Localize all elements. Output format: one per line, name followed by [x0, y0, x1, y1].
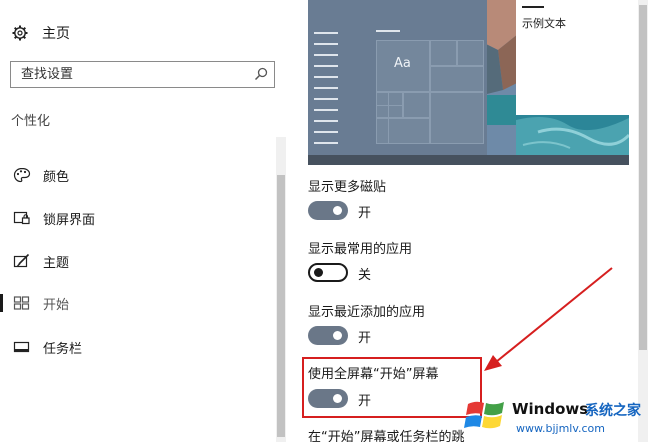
sidebar-item-taskbar[interactable]: 任务栏	[0, 334, 276, 360]
watermark: Windows 系统之家 www.bjjmlv.com	[460, 390, 650, 442]
sidebar-item-colors[interactable]: 颜色	[0, 162, 276, 188]
toggle-knob	[333, 331, 342, 340]
sidebar-item-start[interactable]: 开始	[0, 290, 276, 316]
sidebar-item-label: 主题	[43, 256, 70, 271]
sample-window: 示例文本	[516, 0, 629, 115]
home-label: 主页	[42, 26, 70, 42]
sample-title-line	[522, 6, 544, 8]
toggle-state-label: 开	[358, 331, 372, 346]
setting-label-most-used: 显示最常用的应用	[308, 242, 413, 257]
toggle-knob	[333, 206, 342, 215]
tile-divider	[388, 92, 389, 144]
settings-sidebar: 主页 个性化 颜色 锁屏界面 主题	[0, 0, 288, 442]
sidebar-item-themes[interactable]: 主题	[0, 248, 276, 274]
lock-screen-icon	[13, 211, 30, 225]
start-menu-mock: Aa	[308, 0, 487, 155]
toggle-recently-added[interactable]	[308, 326, 348, 345]
watermark-brand: Windows	[512, 400, 589, 418]
toggle-more-tiles[interactable]	[308, 201, 348, 220]
windows-logo-icon	[464, 401, 504, 429]
selection-indicator	[0, 294, 3, 312]
search-icon[interactable]	[254, 67, 268, 81]
toggle-state-label: 关	[358, 268, 372, 283]
toggle-most-used[interactable]	[308, 263, 348, 282]
sample-text: 示例文本	[522, 17, 566, 30]
sidebar-item-label: 开始	[43, 298, 70, 313]
setting-label-more-tiles: 显示更多磁贴	[308, 180, 387, 195]
theme-brush-icon	[13, 253, 30, 268]
sidebar-scrollbar-thumb[interactable]	[277, 175, 285, 437]
app-list-lines	[314, 32, 338, 153]
content-scrollbar-thumb[interactable]	[639, 5, 647, 350]
section-title: 个性化	[11, 114, 51, 129]
palette-icon	[13, 167, 31, 183]
setting-label-jump-lists: 在“开始”屏幕或任务栏的跳	[308, 430, 465, 442]
preview-tile	[430, 40, 457, 66]
preview-tile	[457, 40, 484, 66]
sidebar-item-label: 颜色	[43, 170, 70, 185]
home-nav-item[interactable]: 主页	[12, 22, 70, 44]
preview-taskbar	[308, 155, 629, 165]
highlight-box	[302, 357, 482, 418]
toggle-knob	[314, 268, 323, 277]
group-header-line	[376, 30, 400, 32]
search-box[interactable]	[10, 61, 275, 88]
tile-divider	[376, 105, 403, 106]
sidebar-item-label: 锁屏界面	[43, 213, 96, 228]
start-menu-preview: Aa 示例文本	[308, 0, 629, 165]
gear-icon	[12, 25, 28, 41]
search-input[interactable]	[21, 65, 246, 83]
watermark-url: www.bjjmlv.com	[516, 422, 605, 435]
toggle-state-label: 开	[358, 206, 372, 221]
preview-tile	[376, 118, 430, 144]
setting-label-recently-added: 显示最近添加的应用	[308, 305, 426, 320]
sidebar-item-label: 任务栏	[43, 342, 83, 357]
watermark-brand-cn: 系统之家	[585, 403, 641, 419]
tile-text: Aa	[394, 56, 411, 71]
start-tiles-icon	[13, 296, 30, 310]
taskbar-icon	[13, 341, 30, 353]
preview-tile	[430, 92, 484, 144]
sidebar-item-lock-screen[interactable]: 锁屏界面	[0, 205, 276, 231]
preview-tile	[403, 92, 430, 118]
preview-tile	[430, 66, 484, 92]
